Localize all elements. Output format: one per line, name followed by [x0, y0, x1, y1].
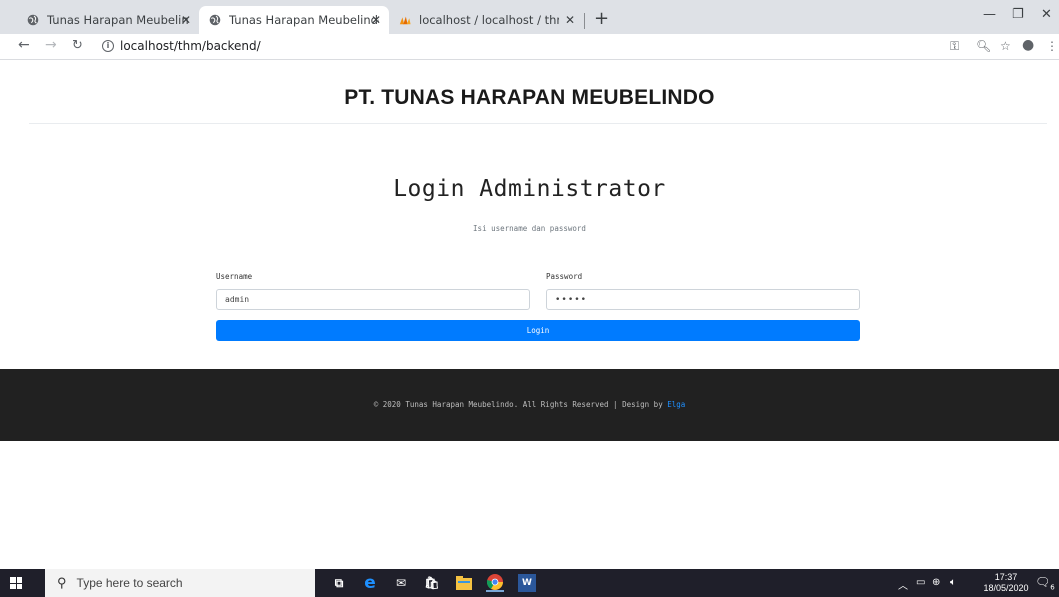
notification-icon[interactable]: 🗨︎6 — [1035, 575, 1055, 591]
windows-start-icon[interactable] — [10, 577, 22, 589]
taskbar-clock[interactable]: 17:37 18/05/2020 — [983, 572, 1029, 594]
designer-link[interactable]: Elga — [667, 400, 685, 409]
site-brand-title: PT. TUNAS HARAPAN MEUBELINDO — [344, 86, 715, 109]
username-input[interactable] — [216, 289, 530, 310]
volume-icon[interactable]: 🔈︎ — [950, 577, 956, 588]
profile-icon[interactable]: ● — [1022, 37, 1034, 53]
password-input[interactable] — [546, 289, 860, 310]
back-arrow-icon[interactable]: ← — [18, 37, 30, 53]
word-icon[interactable]: W — [518, 574, 536, 592]
taskbar-search[interactable]: ⚲ Type here to search — [45, 569, 315, 597]
username-label: Username — [216, 272, 253, 281]
browser-tab-bar: Tunas Harapan Meubelindo ✕ Tunas Harapan… — [0, 0, 1059, 34]
tab-1[interactable]: Tunas Harapan Meubelindo ✕ — [17, 6, 199, 34]
close-tab-icon[interactable]: ✕ — [565, 13, 575, 27]
url-text: localhost/thm/backend/ — [120, 39, 261, 53]
copyright-text: © 2020 Tunas Harapan Meubelindo. All Rig… — [373, 400, 663, 409]
tab-title: Tunas Harapan Meubelindo — [229, 13, 379, 27]
globe-icon — [209, 14, 221, 26]
search-icon: ⚲ — [57, 575, 67, 590]
key-icon[interactable]: ⚿ — [950, 39, 959, 54]
globe-icon — [27, 14, 39, 26]
phpmyadmin-icon — [399, 16, 411, 25]
tab-2-active[interactable]: Tunas Harapan Meubelindo ✕ — [199, 6, 389, 34]
chrome-icon[interactable] — [486, 574, 504, 592]
reload-icon[interactable]: ↻ — [72, 38, 83, 53]
bookmark-star-icon[interactable]: ☆ — [1000, 39, 1011, 53]
clock-date: 18/05/2020 — [983, 583, 1029, 593]
tray-chevron-icon[interactable]: ︿ — [898, 577, 908, 592]
page-content: PT. TUNAS HARAPAN MEUBELINDO Login Admin… — [0, 60, 1059, 569]
task-view-icon[interactable]: ⧉ — [330, 574, 348, 592]
close-window-icon[interactable]: ✕ — [1041, 7, 1052, 22]
new-tab-button[interactable]: + — [594, 6, 609, 32]
zoom-icon[interactable]: 🔍︎ — [976, 39, 991, 53]
windows-taskbar: ⚲ Type here to search ⧉ e ✉ 🛍︎ W ︿ ▭ ⊕ 🔈… — [0, 569, 1059, 597]
taskbar-search-placeholder: Type here to search — [76, 576, 183, 590]
login-subtitle: Isi username dan password — [473, 224, 586, 233]
notification-count: 6 — [1050, 583, 1055, 592]
menu-kebab-icon[interactable]: ⋮ — [1046, 39, 1058, 53]
minimize-icon[interactable]: — — [983, 7, 996, 22]
tab-3[interactable]: localhost / localhost / thm / surv ✕ — [389, 6, 583, 34]
edge-icon[interactable]: e — [361, 573, 379, 593]
login-button[interactable]: Login — [216, 320, 860, 341]
browser-toolbar: ← → ↻ i localhost/thm/backend/ ⚿ 🔍︎ ☆ ● … — [0, 34, 1059, 60]
store-icon[interactable]: 🛍︎ — [423, 574, 441, 592]
password-label: Password — [546, 272, 583, 281]
header-divider — [29, 123, 1047, 124]
clock-time: 17:37 — [994, 572, 1018, 582]
network-globe-icon[interactable]: ⊕ — [932, 577, 940, 588]
login-heading: Login Administrator — [393, 176, 666, 202]
site-footer: © 2020 Tunas Harapan Meubelindo. All Rig… — [0, 369, 1059, 441]
restore-icon[interactable]: ❐ — [1012, 7, 1024, 22]
battery-icon[interactable]: ▭ — [916, 577, 925, 588]
tab-title: localhost / localhost / thm / surv — [419, 13, 559, 27]
file-explorer-icon[interactable] — [455, 574, 473, 592]
tab-title: Tunas Harapan Meubelindo — [47, 13, 189, 27]
mail-icon[interactable]: ✉ — [392, 574, 410, 592]
close-tab-icon[interactable]: ✕ — [371, 13, 381, 27]
footer-copyright: © 2020 Tunas Harapan Meubelindo. All Rig… — [0, 400, 1059, 409]
address-bar[interactable]: i localhost/thm/backend/ — [102, 39, 261, 53]
info-icon[interactable]: i — [102, 40, 114, 52]
tab-separator — [584, 13, 585, 29]
forward-arrow-icon[interactable]: → — [45, 37, 57, 53]
close-tab-icon[interactable]: ✕ — [181, 13, 191, 27]
